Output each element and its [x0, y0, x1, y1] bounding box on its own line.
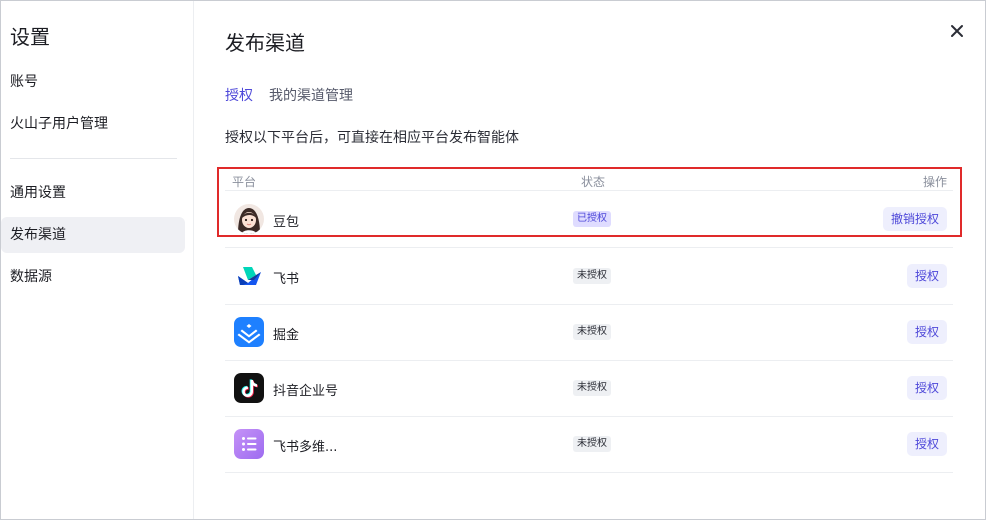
juejin-logo-icon [234, 317, 264, 347]
tab-authorize[interactable]: 授权 [225, 85, 253, 105]
status-badge: 未授权 [573, 324, 611, 340]
authorize-button[interactable]: 授权 [906, 376, 947, 400]
platform-name: 豆包 [273, 215, 300, 230]
sidebar-divider [10, 158, 177, 159]
main-panel: 发布渠道 授权 我的渠道管理 授权以下平台后，可直接在相应平台发布智能体 平台 … [194, 1, 985, 519]
column-header-action: 操作 [922, 175, 947, 189]
platform-name: 抖音企业号 [273, 384, 339, 399]
revoke-authorization-button[interactable]: 撤销授权 [882, 207, 947, 231]
sidebar-item-publish-channels[interactable]: 发布渠道 [1, 217, 185, 253]
column-header-status: 状态 [581, 175, 606, 189]
feishu-bitable-logo-icon [234, 429, 264, 459]
douyin-logo-icon [234, 373, 264, 403]
column-header-platform: 平台 [232, 175, 257, 189]
table-row: 飞书多维... 未授权 授权 [225, 416, 953, 473]
table-row: 抖音企业号 未授权 授权 [225, 360, 953, 417]
close-icon[interactable] [949, 23, 965, 39]
table-row: 掘金 未授权 授权 [225, 304, 953, 361]
platform-name: 飞书多维... [273, 440, 338, 455]
status-badge: 已授权 [573, 211, 611, 227]
settings-dialog: 设置 账号 火山子用户管理 通用设置 发布渠道 数据源 发布渠道 授权 我的渠道… [0, 0, 986, 520]
sidebar-item-account[interactable]: 账号 [1, 64, 185, 100]
authorize-button[interactable]: 授权 [906, 432, 947, 456]
authorize-button[interactable]: 授权 [906, 264, 947, 288]
tab-my-channel-management[interactable]: 我的渠道管理 [269, 85, 353, 105]
table-row: 飞书 未授权 授权 [225, 248, 953, 305]
sidebar-item-data-sources[interactable]: 数据源 [1, 259, 185, 295]
sidebar-item-general-settings[interactable]: 通用设置 [1, 175, 185, 211]
sidebar: 设置 账号 火山子用户管理 通用设置 发布渠道 数据源 [1, 1, 194, 519]
status-badge: 未授权 [573, 380, 611, 396]
status-badge: 未授权 [573, 268, 611, 284]
sidebar-item-sub-user-management[interactable]: 火山子用户管理 [1, 106, 185, 142]
feishu-logo-icon [234, 261, 264, 291]
platform-name: 掘金 [273, 328, 300, 343]
description-text: 授权以下平台后，可直接在相应平台发布智能体 [225, 130, 519, 146]
authorize-button[interactable]: 授权 [906, 320, 947, 344]
page-title: 发布渠道 [225, 31, 305, 55]
table-row: 豆包 已授权 撤销授权 [225, 191, 953, 248]
sidebar-title: 设置 [10, 25, 50, 49]
doubao-avatar-icon [234, 204, 264, 234]
platform-name: 飞书 [273, 272, 300, 287]
status-badge: 未授权 [573, 436, 611, 452]
